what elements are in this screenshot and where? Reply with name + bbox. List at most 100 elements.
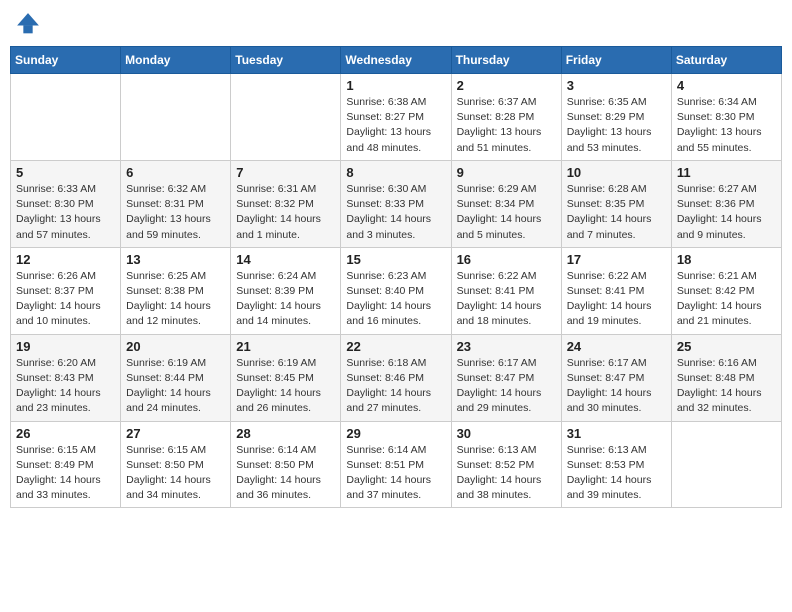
day-info: Sunrise: 6:38 AMSunset: 8:27 PMDaylight:… bbox=[346, 95, 445, 156]
calendar-day-cell: 20 Sunrise: 6:19 AMSunset: 8:44 PMDayligh… bbox=[121, 334, 231, 421]
calendar-day-cell: 25 Sunrise: 6:16 AMSunset: 8:48 PMDayligh… bbox=[671, 334, 781, 421]
calendar-day-cell: 21 Sunrise: 6:19 AMSunset: 8:45 PMDayligh… bbox=[231, 334, 341, 421]
calendar-day-cell: 30 Sunrise: 6:13 AMSunset: 8:52 PMDayligh… bbox=[451, 421, 561, 508]
day-number: 22 bbox=[346, 339, 445, 354]
day-number: 5 bbox=[16, 165, 115, 180]
day-number: 6 bbox=[126, 165, 225, 180]
calendar-week-row: 1 Sunrise: 6:38 AMSunset: 8:27 PMDaylight… bbox=[11, 74, 782, 161]
day-number: 30 bbox=[457, 426, 556, 441]
calendar-day-cell: 6 Sunrise: 6:32 AMSunset: 8:31 PMDaylight… bbox=[121, 160, 231, 247]
day-info: Sunrise: 6:17 AMSunset: 8:47 PMDaylight:… bbox=[457, 356, 556, 417]
day-info: Sunrise: 6:31 AMSunset: 8:32 PMDaylight:… bbox=[236, 182, 335, 243]
calendar-day-cell bbox=[231, 74, 341, 161]
calendar-day-cell: 8 Sunrise: 6:30 AMSunset: 8:33 PMDaylight… bbox=[341, 160, 451, 247]
page-header bbox=[10, 10, 782, 38]
day-of-week-header: Tuesday bbox=[231, 47, 341, 74]
day-info: Sunrise: 6:32 AMSunset: 8:31 PMDaylight:… bbox=[126, 182, 225, 243]
day-info: Sunrise: 6:22 AMSunset: 8:41 PMDaylight:… bbox=[457, 269, 556, 330]
day-number: 26 bbox=[16, 426, 115, 441]
day-of-week-header: Wednesday bbox=[341, 47, 451, 74]
calendar-day-cell: 22 Sunrise: 6:18 AMSunset: 8:46 PMDayligh… bbox=[341, 334, 451, 421]
day-number: 7 bbox=[236, 165, 335, 180]
calendar-day-cell bbox=[11, 74, 121, 161]
calendar-day-cell: 16 Sunrise: 6:22 AMSunset: 8:41 PMDayligh… bbox=[451, 247, 561, 334]
day-number: 15 bbox=[346, 252, 445, 267]
calendar-header-row: SundayMondayTuesdayWednesdayThursdayFrid… bbox=[11, 47, 782, 74]
day-info: Sunrise: 6:30 AMSunset: 8:33 PMDaylight:… bbox=[346, 182, 445, 243]
calendar-day-cell: 31 Sunrise: 6:13 AMSunset: 8:53 PMDayligh… bbox=[561, 421, 671, 508]
day-of-week-header: Sunday bbox=[11, 47, 121, 74]
calendar-week-row: 12Sunrise: 6:26 AMSunset: 8:37 PMDayligh… bbox=[11, 247, 782, 334]
day-info: Sunrise: 6:34 AMSunset: 8:30 PMDaylight:… bbox=[677, 95, 776, 156]
day-number: 11 bbox=[677, 165, 776, 180]
logo bbox=[14, 10, 46, 38]
calendar-day-cell: 15Sunrise: 6:23 AMSunset: 8:40 PMDayligh… bbox=[341, 247, 451, 334]
calendar-week-row: 5 Sunrise: 6:33 AMSunset: 8:30 PMDaylight… bbox=[11, 160, 782, 247]
day-of-week-header: Monday bbox=[121, 47, 231, 74]
day-number: 23 bbox=[457, 339, 556, 354]
day-of-week-header: Saturday bbox=[671, 47, 781, 74]
day-info: Sunrise: 6:18 AMSunset: 8:46 PMDaylight:… bbox=[346, 356, 445, 417]
day-info: Sunrise: 6:35 AMSunset: 8:29 PMDaylight:… bbox=[567, 95, 666, 156]
calendar-day-cell: 24 Sunrise: 6:17 AMSunset: 8:47 PMDayligh… bbox=[561, 334, 671, 421]
day-number: 21 bbox=[236, 339, 335, 354]
day-info: Sunrise: 6:22 AMSunset: 8:41 PMDaylight:… bbox=[567, 269, 666, 330]
day-info: Sunrise: 6:37 AMSunset: 8:28 PMDaylight:… bbox=[457, 95, 556, 156]
day-info: Sunrise: 6:29 AMSunset: 8:34 PMDaylight:… bbox=[457, 182, 556, 243]
day-number: 24 bbox=[567, 339, 666, 354]
calendar-day-cell: 2 Sunrise: 6:37 AMSunset: 8:28 PMDaylight… bbox=[451, 74, 561, 161]
calendar-day-cell: 7 Sunrise: 6:31 AMSunset: 8:32 PMDaylight… bbox=[231, 160, 341, 247]
calendar-day-cell: 9 Sunrise: 6:29 AMSunset: 8:34 PMDaylight… bbox=[451, 160, 561, 247]
calendar-day-cell bbox=[671, 421, 781, 508]
calendar-day-cell: 1 Sunrise: 6:38 AMSunset: 8:27 PMDaylight… bbox=[341, 74, 451, 161]
day-number: 16 bbox=[457, 252, 556, 267]
day-number: 3 bbox=[567, 78, 666, 93]
day-number: 29 bbox=[346, 426, 445, 441]
day-number: 9 bbox=[457, 165, 556, 180]
calendar-day-cell: 26Sunrise: 6:15 AMSunset: 8:49 PMDayligh… bbox=[11, 421, 121, 508]
calendar-day-cell: 23 Sunrise: 6:17 AMSunset: 8:47 PMDayligh… bbox=[451, 334, 561, 421]
calendar-day-cell: 29 Sunrise: 6:14 AMSunset: 8:51 PMDayligh… bbox=[341, 421, 451, 508]
day-info: Sunrise: 6:13 AMSunset: 8:53 PMDaylight:… bbox=[567, 443, 666, 504]
day-info: Sunrise: 6:28 AMSunset: 8:35 PMDaylight:… bbox=[567, 182, 666, 243]
calendar-day-cell: 19Sunrise: 6:20 AMSunset: 8:43 PMDayligh… bbox=[11, 334, 121, 421]
day-info: Sunrise: 6:16 AMSunset: 8:48 PMDaylight:… bbox=[677, 356, 776, 417]
day-info: Sunrise: 6:19 AMSunset: 8:45 PMDaylight:… bbox=[236, 356, 335, 417]
calendar-day-cell: 14 Sunrise: 6:24 AMSunset: 8:39 PMDayligh… bbox=[231, 247, 341, 334]
logo-icon bbox=[14, 10, 42, 38]
calendar-week-row: 26Sunrise: 6:15 AMSunset: 8:49 PMDayligh… bbox=[11, 421, 782, 508]
day-number: 25 bbox=[677, 339, 776, 354]
day-info: Sunrise: 6:13 AMSunset: 8:52 PMDaylight:… bbox=[457, 443, 556, 504]
calendar-day-cell: 12Sunrise: 6:26 AMSunset: 8:37 PMDayligh… bbox=[11, 247, 121, 334]
day-info: Sunrise: 6:17 AMSunset: 8:47 PMDaylight:… bbox=[567, 356, 666, 417]
day-info: Sunrise: 6:20 AMSunset: 8:43 PMDaylight:… bbox=[16, 356, 115, 417]
day-number: 10 bbox=[567, 165, 666, 180]
calendar-day-cell: 10 Sunrise: 6:28 AMSunset: 8:35 PMDayligh… bbox=[561, 160, 671, 247]
day-number: 27 bbox=[126, 426, 225, 441]
day-info: Sunrise: 6:33 AMSunset: 8:30 PMDaylight:… bbox=[16, 182, 115, 243]
day-number: 20 bbox=[126, 339, 225, 354]
calendar-day-cell: 11 Sunrise: 6:27 AMSunset: 8:36 PMDayligh… bbox=[671, 160, 781, 247]
day-info: Sunrise: 6:14 AMSunset: 8:51 PMDaylight:… bbox=[346, 443, 445, 504]
calendar-day-cell: 3 Sunrise: 6:35 AMSunset: 8:29 PMDaylight… bbox=[561, 74, 671, 161]
day-of-week-header: Friday bbox=[561, 47, 671, 74]
day-number: 1 bbox=[346, 78, 445, 93]
day-info: Sunrise: 6:24 AMSunset: 8:39 PMDaylight:… bbox=[236, 269, 335, 330]
calendar-day-cell: 28Sunrise: 6:14 AMSunset: 8:50 PMDayligh… bbox=[231, 421, 341, 508]
calendar-week-row: 19Sunrise: 6:20 AMSunset: 8:43 PMDayligh… bbox=[11, 334, 782, 421]
day-number: 14 bbox=[236, 252, 335, 267]
calendar-day-cell: 17 Sunrise: 6:22 AMSunset: 8:41 PMDayligh… bbox=[561, 247, 671, 334]
day-number: 2 bbox=[457, 78, 556, 93]
day-info: Sunrise: 6:26 AMSunset: 8:37 PMDaylight:… bbox=[16, 269, 115, 330]
calendar-day-cell: 4Sunrise: 6:34 AMSunset: 8:30 PMDaylight… bbox=[671, 74, 781, 161]
calendar-day-cell: 5 Sunrise: 6:33 AMSunset: 8:30 PMDaylight… bbox=[11, 160, 121, 247]
day-number: 8 bbox=[346, 165, 445, 180]
day-info: Sunrise: 6:15 AMSunset: 8:50 PMDaylight:… bbox=[126, 443, 225, 504]
day-number: 28 bbox=[236, 426, 335, 441]
day-number: 17 bbox=[567, 252, 666, 267]
calendar-day-cell: 13Sunrise: 6:25 AMSunset: 8:38 PMDayligh… bbox=[121, 247, 231, 334]
day-info: Sunrise: 6:27 AMSunset: 8:36 PMDaylight:… bbox=[677, 182, 776, 243]
day-number: 31 bbox=[567, 426, 666, 441]
day-info: Sunrise: 6:19 AMSunset: 8:44 PMDaylight:… bbox=[126, 356, 225, 417]
calendar-table: SundayMondayTuesdayWednesdayThursdayFrid… bbox=[10, 46, 782, 508]
